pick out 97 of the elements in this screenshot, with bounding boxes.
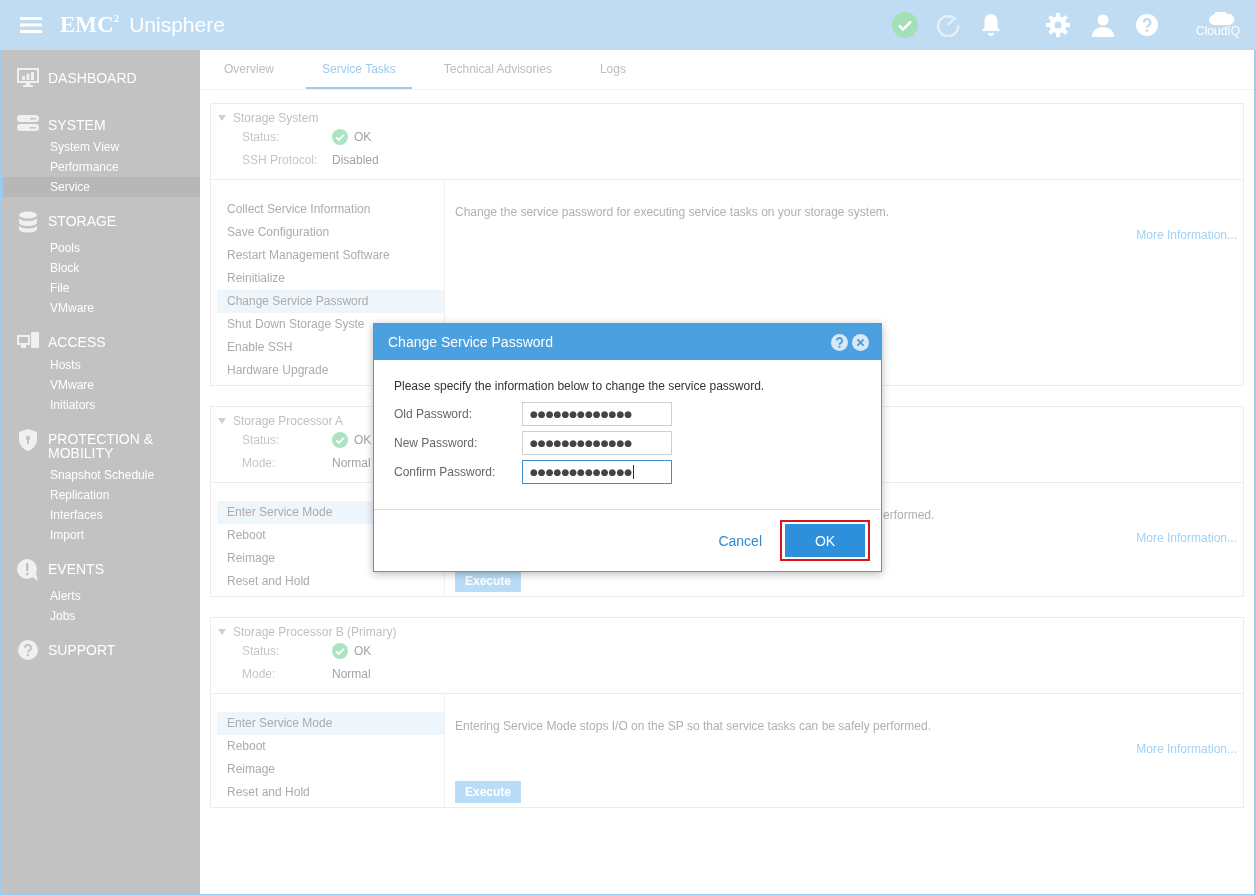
password-field[interactable]: ●●●●●●●●●●●●● xyxy=(522,431,672,455)
field-value: Normal xyxy=(332,455,371,470)
task-item[interactable]: Reset and Hold xyxy=(217,781,444,804)
sidebar-item[interactable]: Pools xyxy=(1,238,200,258)
field-label: New Password: xyxy=(394,436,479,450)
more-information-link[interactable]: More Information... xyxy=(1136,742,1237,756)
alert-bubble-icon xyxy=(17,559,39,581)
bell-icon[interactable] xyxy=(979,13,1002,37)
field-value: Disabled xyxy=(332,152,379,167)
field-value: Normal xyxy=(332,666,371,681)
app-title: Unisphere xyxy=(129,12,225,38)
dialog-instruction: Please specify the information below to change the service password. xyxy=(394,379,766,393)
status-ok-icon xyxy=(332,642,348,659)
cloud-service-label[interactable]: CloudIQ xyxy=(1195,25,1240,38)
sidebar-section-link[interactable]: ACCESS xyxy=(48,335,188,349)
tab[interactable]: Technical Advisories xyxy=(427,50,568,89)
panel-title: Storage Processor B (Primary) xyxy=(233,625,397,639)
more-information-link[interactable]: More Information... xyxy=(1136,228,1237,242)
sidebar-section-link[interactable]: STORAGE xyxy=(48,214,188,228)
sidebar-item[interactable]: Replication xyxy=(1,485,200,505)
sidebar-item[interactable]: VMware xyxy=(1,298,200,318)
sidebar-item[interactable]: Service xyxy=(1,177,200,197)
task-item[interactable]: Reimage xyxy=(217,758,444,781)
sidebar-section-link[interactable]: SUPPORT xyxy=(48,643,188,657)
task-item[interactable]: Enter Service Mode xyxy=(217,712,444,735)
sidebar-item[interactable]: Hosts xyxy=(1,355,200,375)
task-item[interactable]: Reset and Hold xyxy=(217,570,444,593)
close-icon[interactable] xyxy=(852,333,869,351)
sidebar-section-link[interactable]: SYSTEM xyxy=(48,118,188,132)
field-label: Mode: xyxy=(242,455,277,470)
task-item[interactable]: Reboot xyxy=(217,735,444,758)
sidebar-item[interactable]: Jobs xyxy=(1,606,200,626)
sidebar-item[interactable]: Alerts xyxy=(1,586,200,606)
panel-title: Storage System xyxy=(233,111,319,125)
gauge-icon[interactable] xyxy=(935,13,960,37)
brand-logo: EMC$^{2}$ xyxy=(60,12,120,38)
computer-screens-icon xyxy=(17,332,39,350)
text-cursor xyxy=(633,465,635,479)
status-ok-icon xyxy=(332,128,348,145)
monitor-chart-icon xyxy=(17,68,39,88)
dialog-title: Change Service Password xyxy=(388,334,553,350)
sidebar-item[interactable]: Interfaces xyxy=(1,505,200,525)
password-field[interactable]: ●●●●●●●●●●●●● xyxy=(522,460,672,484)
sidebar-item[interactable]: Snapshot Schedule xyxy=(1,465,200,485)
help-icon xyxy=(17,640,39,660)
tab[interactable]: Logs xyxy=(583,50,642,89)
tab[interactable]: Service Tasks xyxy=(306,50,412,89)
sidebar-item[interactable]: Block xyxy=(1,258,200,278)
password-field[interactable]: ●●●●●●●●●●●●● xyxy=(522,402,672,426)
task-description: Entering Service Mode stops I/O on the SP so that service tasks can be safely performed. xyxy=(455,719,931,733)
menu-icon[interactable] xyxy=(20,17,42,33)
task-item[interactable]: Collect Service Information xyxy=(217,198,444,221)
sidebar-item[interactable]: File xyxy=(1,278,200,298)
field-label: Mode: xyxy=(242,666,277,681)
help-icon[interactable] xyxy=(1135,14,1158,36)
field-label: Status: xyxy=(242,129,281,144)
help-icon[interactable] xyxy=(831,333,848,351)
sidebar-section-link[interactable]: EVENTS xyxy=(48,562,188,576)
collapse-triangle-icon[interactable] xyxy=(218,629,226,635)
shield-icon xyxy=(17,429,39,451)
sidebar-section-link[interactable]: DASHBOARD xyxy=(48,71,188,85)
collapse-triangle-icon[interactable] xyxy=(218,418,226,424)
execute-button[interactable]: Execute xyxy=(455,570,522,592)
cancel-link[interactable]: Cancel xyxy=(718,532,762,549)
tab[interactable]: Overview xyxy=(208,50,290,89)
sidebar-item[interactable]: System View xyxy=(1,137,200,157)
user-icon[interactable] xyxy=(1090,13,1115,37)
field-label: Status: xyxy=(242,643,281,658)
settings-icon[interactable] xyxy=(1045,13,1070,37)
sidebar-section-link[interactable]: PROTECTION & MOBILITY xyxy=(48,432,188,460)
sidebar-item[interactable]: Import xyxy=(1,525,200,545)
task-description: erformed. xyxy=(883,508,935,522)
task-item[interactable]: Change Service Password xyxy=(217,290,444,313)
panel-title: Storage Processor A xyxy=(233,414,344,428)
cloud-icon[interactable] xyxy=(1208,12,1236,25)
field-value: OK xyxy=(354,432,372,447)
health-check-icon[interactable] xyxy=(891,12,918,38)
field-label: Old Password: xyxy=(394,407,474,421)
more-information-link[interactable]: More Information... xyxy=(1136,531,1237,545)
ok-button[interactable]: OK xyxy=(785,524,865,557)
field-value: OK xyxy=(354,129,372,144)
task-description: Change the service password for executing service tasks on your storage system. xyxy=(455,205,890,219)
field-label: Confirm Password: xyxy=(394,465,497,479)
task-item[interactable]: Reinitialize xyxy=(217,267,444,290)
sidebar-item[interactable]: Performance xyxy=(1,157,200,177)
task-item[interactable]: Restart Management Software xyxy=(217,244,444,267)
task-item[interactable]: Save Configuration xyxy=(217,221,444,244)
field-label: Status: xyxy=(242,432,281,447)
field-value: OK xyxy=(354,643,372,658)
server-icon xyxy=(17,115,39,131)
execute-button[interactable]: Execute xyxy=(455,781,522,803)
sidebar-item[interactable]: Initiators xyxy=(1,395,200,415)
database-icon xyxy=(17,211,39,233)
sidebar-item[interactable]: VMware xyxy=(1,375,200,395)
collapse-triangle-icon[interactable] xyxy=(218,115,226,121)
status-ok-icon xyxy=(332,431,348,448)
field-label: SSH Protocol: xyxy=(242,152,319,167)
